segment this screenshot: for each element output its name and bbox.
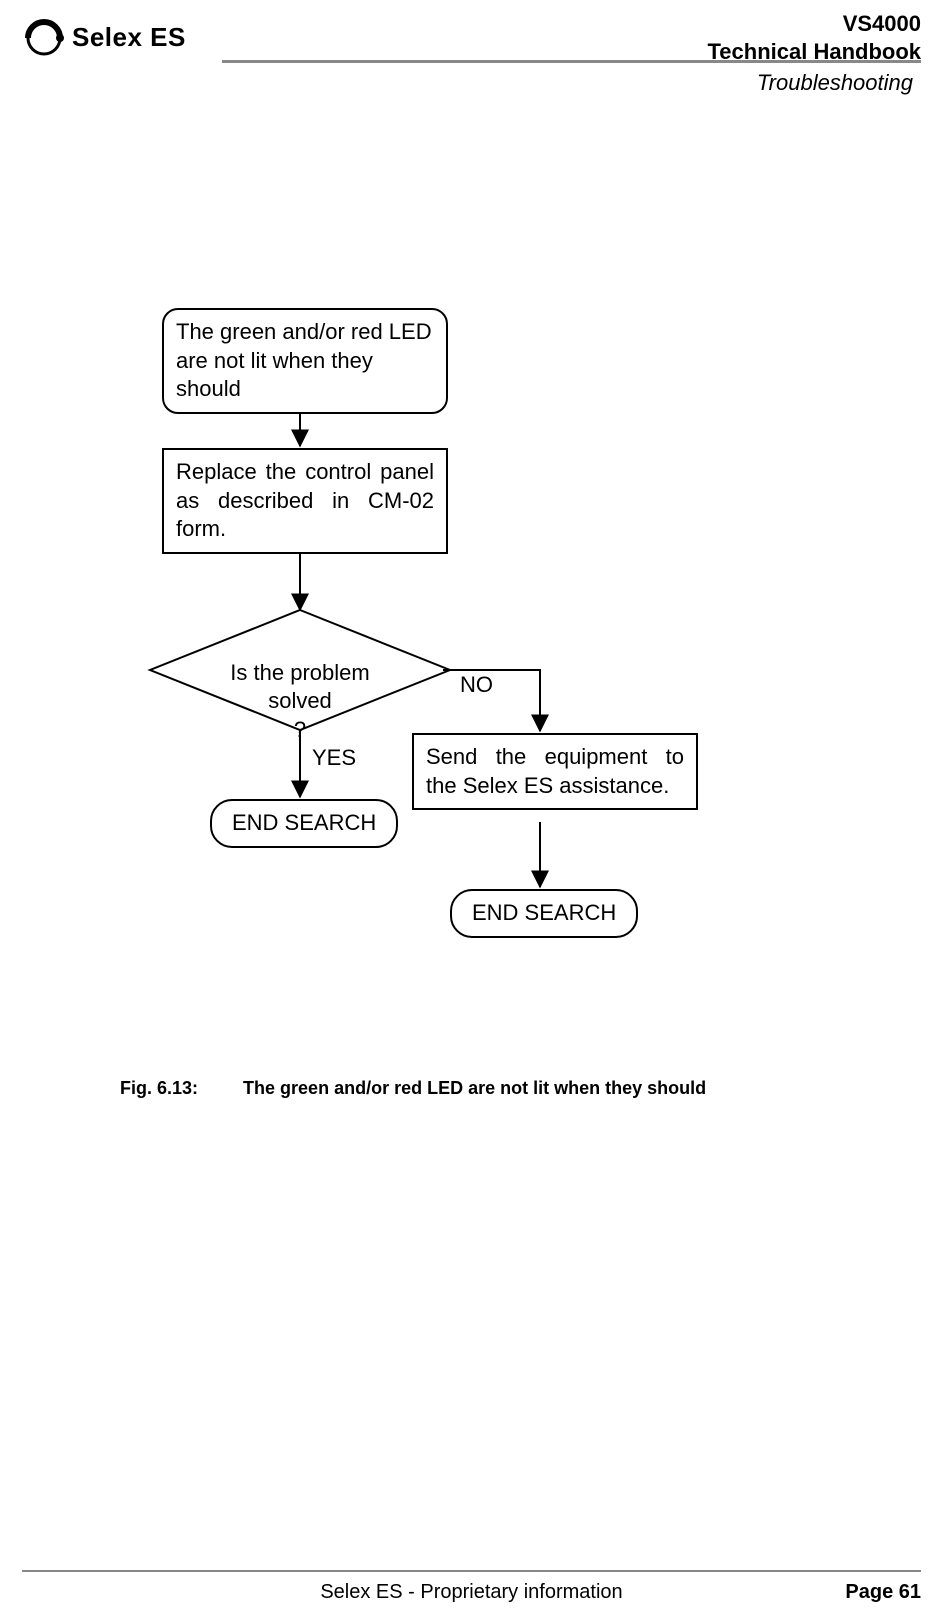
decision-no-label: NO <box>460 672 493 698</box>
flow-step-send-text: Send the equipment to the Selex ES assis… <box>426 744 684 798</box>
flow-step-replace-text: Replace the control panel as described i… <box>176 459 434 541</box>
figure-title: The green and/or red LED are not lit whe… <box>243 1078 706 1098</box>
flow-decision-text: Is the problem solved ? <box>230 660 369 742</box>
flow-decision: Is the problem solved ? <box>210 630 390 744</box>
flow-step-replace: Replace the control panel as described i… <box>162 448 448 554</box>
figure-caption: Fig. 6.13: The green and/or red LED are … <box>120 1078 706 1099</box>
flow-terminal-no-text: END SEARCH <box>472 900 616 925</box>
page-footer: Selex ES - Proprietary information Page … <box>22 1581 921 1604</box>
figure-number: Fig. 6.13: <box>120 1078 198 1099</box>
page: Selex ES VS4000 Technical Handbook Troub… <box>0 0 929 1622</box>
decision-yes-label: YES <box>312 745 356 771</box>
flow-terminal-yes-text: END SEARCH <box>232 810 376 835</box>
footer-center: Selex ES - Proprietary information <box>22 1581 921 1604</box>
flow-start: The green and/or red LED are not lit whe… <box>162 308 448 414</box>
flow-terminal-yes: END SEARCH <box>210 799 398 848</box>
flow-start-text: The green and/or red LED are not lit whe… <box>176 319 432 401</box>
flowchart: The green and/or red LED are not lit whe… <box>0 0 929 1100</box>
footer-divider <box>22 1570 921 1572</box>
flow-step-send: Send the equipment to the Selex ES assis… <box>412 733 698 810</box>
flow-terminal-no: END SEARCH <box>450 889 638 938</box>
